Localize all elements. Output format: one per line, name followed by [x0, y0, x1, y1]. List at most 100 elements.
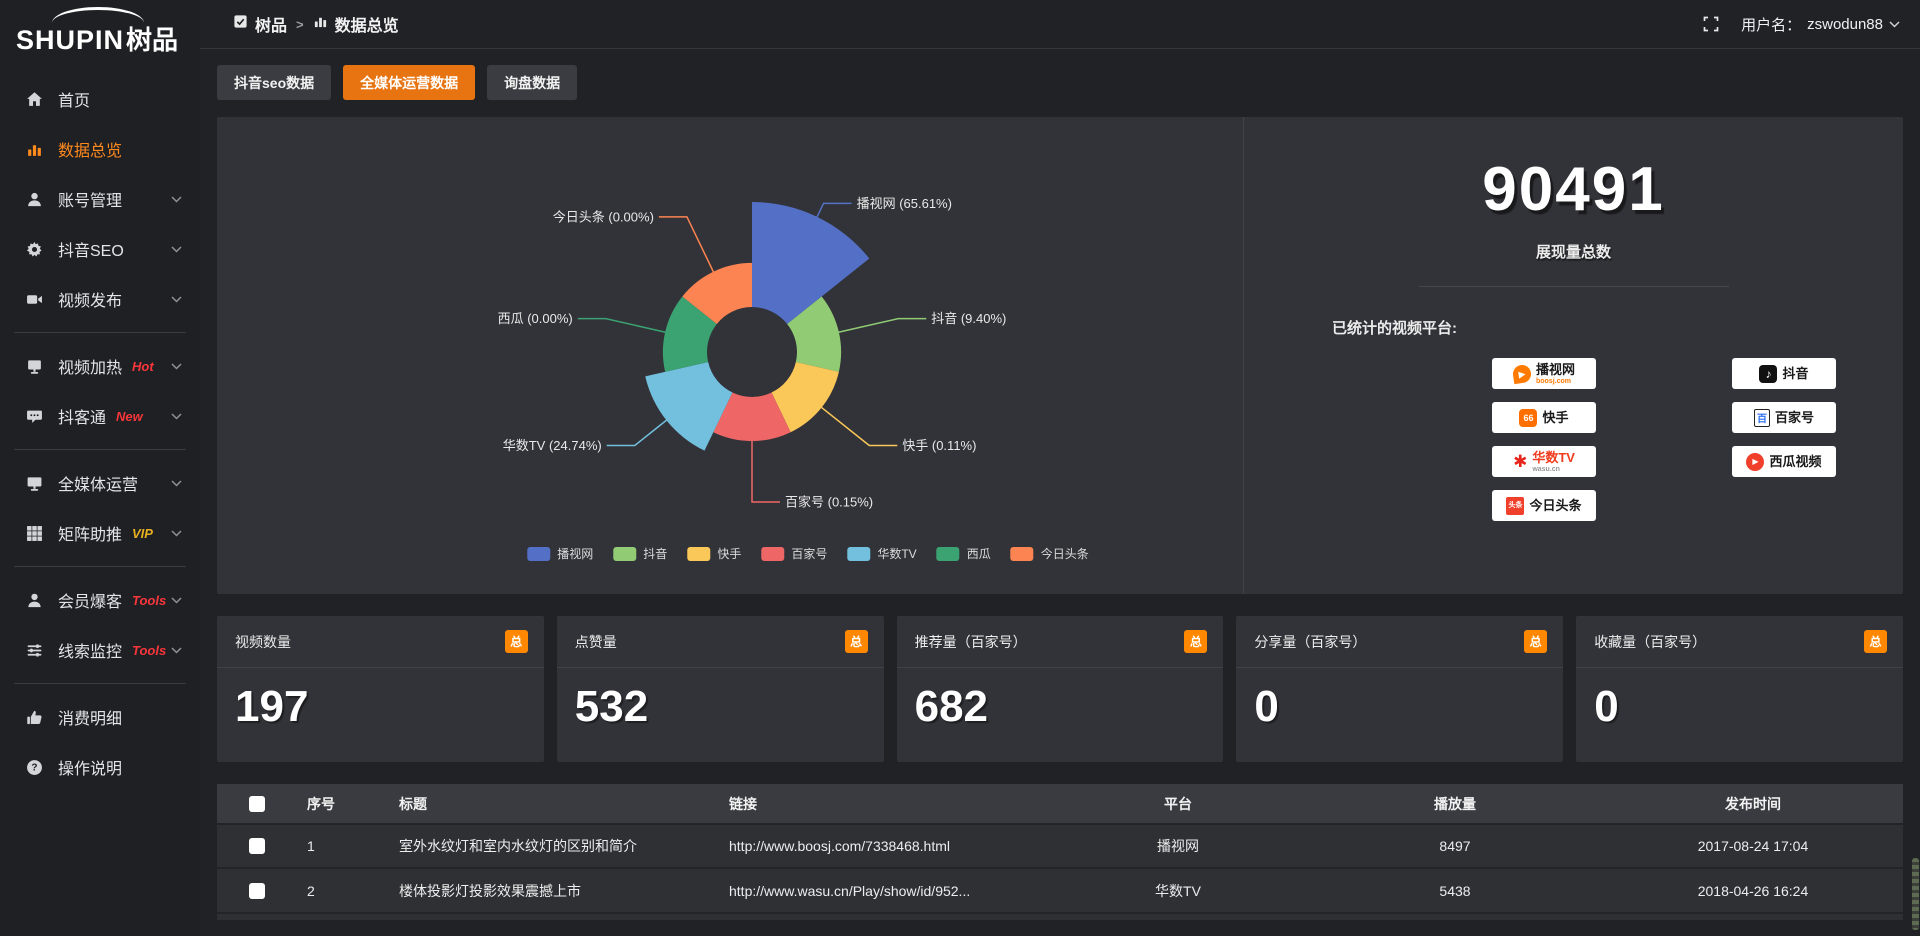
breadcrumb-item[interactable]: 数据总览 — [313, 12, 399, 36]
pie-label-百家号: 百家号 (0.15%) — [785, 495, 873, 510]
question-icon: ? — [26, 759, 43, 776]
member-icon — [26, 592, 43, 609]
scrollbar-thumb[interactable] — [1912, 858, 1919, 930]
menu-divider — [14, 449, 186, 450]
sidebar-item-badge: Hot — [132, 359, 154, 374]
pie-label-快手: 快手 (0.11%) — [902, 438, 976, 453]
row-checkbox[interactable] — [249, 883, 265, 899]
sidebar-item-线索监控[interactable]: 线索监控Tools — [0, 625, 200, 675]
row-title-link[interactable]: 室外水纹灯和室内水纹灯的区别和简介 — [389, 824, 719, 868]
tab-抖音seo数据[interactable]: 抖音seo数据 — [217, 65, 331, 100]
tab-全媒体运营数据[interactable]: 全媒体运营数据 — [343, 65, 475, 100]
platform-badge-name: 播视网 — [1536, 363, 1575, 376]
row-checkbox[interactable] — [249, 838, 265, 854]
sidebar-item-会员爆客[interactable]: 会员爆客Tools — [0, 575, 200, 625]
sidebar-item-账号管理[interactable]: 账号管理 — [0, 174, 200, 224]
sidebar-item-抖音SEO[interactable]: 抖音SEO — [0, 224, 200, 274]
legend-item-快手[interactable]: 快手 — [687, 545, 741, 562]
legend-item-西瓜[interactable]: 西瓜 — [937, 545, 991, 562]
col-header-播放量: 播放量 — [1307, 784, 1603, 824]
topbar: 树品>数据总览 用户名：zswodun88 — [200, 0, 1920, 48]
legend-swatch — [527, 547, 550, 561]
total-impressions-value: 90491 — [1244, 154, 1903, 225]
sidebar-item-操作说明[interactable]: ?操作说明 — [0, 742, 200, 792]
total-badge[interactable]: 总 — [505, 630, 528, 653]
select-all-checkbox[interactable] — [249, 796, 265, 812]
tab-bar: 抖音seo数据全媒体运营数据询盘数据 — [217, 65, 1903, 100]
legend-item-抖音[interactable]: 抖音 — [613, 545, 667, 562]
row-checkbox-cell — [217, 868, 297, 912]
sidebar-item-首页[interactable]: 首页 — [0, 74, 200, 124]
row-title-link[interactable]: 楼体投影灯投影效果震撼上市 — [389, 868, 719, 912]
sidebar-item-抖客通[interactable]: 抖客通New — [0, 391, 200, 441]
pie-label-line — [817, 203, 852, 217]
page-scrollbar[interactable] — [1911, 0, 1919, 936]
sidebar-item-视频加热[interactable]: 视频加热Hot — [0, 341, 200, 391]
total-badge[interactable]: 总 — [845, 630, 868, 653]
legend-label: 百家号 — [791, 545, 827, 562]
pie-slice-华数TV[interactable] — [645, 362, 732, 451]
platform-badge-华数TV: ✱华数TVwasu.cn — [1492, 446, 1596, 477]
row-time: 2018-04-26 16:24 — [1603, 868, 1903, 912]
sidebar-item-消费明细[interactable]: 消费明细 — [0, 692, 200, 742]
stat-card-value: 0 — [1236, 668, 1563, 732]
platform-badge-texts: 西瓜视频 — [1769, 455, 1821, 468]
platform-badges-right: ♪抖音百百家号▶西瓜视频 — [1732, 358, 1836, 521]
platform-badge-texts: 播视网boosj.com — [1536, 363, 1575, 385]
tab-询盘数据[interactable]: 询盘数据 — [487, 65, 577, 100]
sidebar-item-label: 数据总览 — [58, 137, 122, 161]
main-area: 树品>数据总览 用户名：zswodun88 抖音seo数据全媒体运营数据询盘数据… — [200, 0, 1920, 936]
sidebar-item-视频发布[interactable]: 视频发布 — [0, 274, 200, 324]
total-badge[interactable]: 总 — [1184, 630, 1207, 653]
sidebar-item-全媒体运营[interactable]: 全媒体运营 — [0, 458, 200, 508]
legend-swatch — [687, 547, 710, 561]
sidebar-item-label: 首页 — [58, 87, 90, 111]
grid-icon — [26, 525, 43, 542]
legend-item-百家号[interactable]: 百家号 — [761, 545, 827, 562]
pie-label-line — [752, 440, 780, 502]
sidebar-item-数据总览[interactable]: 数据总览 — [0, 124, 200, 174]
platforms-label: 已统计的视频平台: — [1332, 317, 1903, 338]
row-url-link[interactable]: http://www.boosj.com/7338468.html — [719, 824, 1049, 868]
platform-badge-sub: wasu.cn — [1532, 466, 1560, 473]
total-badge[interactable]: 总 — [1864, 630, 1887, 653]
row-plays: 8497 — [1307, 824, 1603, 868]
pie-label-line — [838, 319, 926, 333]
chevron-down-icon — [171, 196, 182, 203]
legend-label: 播视网 — [557, 545, 593, 562]
legend-swatch — [937, 547, 960, 561]
brand-logo[interactable]: SHUPIN树品 — [0, 0, 200, 62]
username-value: zswodun88 — [1807, 16, 1883, 33]
bar-chart-icon — [26, 141, 43, 158]
total-badge[interactable]: 总 — [1524, 630, 1547, 653]
stat-card-视频数量: 视频数量总197 — [217, 616, 544, 762]
chart-legend: 播视网 抖音 快手 百家号 华数TV 西瓜 今日头条 — [527, 545, 1088, 562]
legend-label: 快手 — [717, 545, 741, 562]
chevron-down-icon — [171, 530, 182, 537]
user-menu[interactable]: 用户名：zswodun88 — [1741, 14, 1900, 35]
legend-item-播视网[interactable]: 播视网 — [527, 545, 593, 562]
summary-divider — [1419, 286, 1729, 287]
row-platform: 华数TV — [1049, 868, 1307, 912]
row-index: 1 — [297, 824, 389, 868]
breadcrumb-item[interactable]: 树品 — [233, 12, 287, 36]
rose-pie-svg: 播视网 (65.61%)抖音 (9.40%)快手 (0.11%)百家号 (0.1… — [217, 117, 1243, 594]
stat-card-收藏量（百家号）: 收藏量（百家号）总0 — [1576, 616, 1903, 762]
legend-label: 抖音 — [643, 545, 667, 562]
sidebar-item-label: 会员爆客 — [58, 588, 122, 612]
chevron-down-icon — [171, 597, 182, 604]
home-icon — [26, 91, 43, 108]
platform-badge-name: 西瓜视频 — [1769, 455, 1821, 468]
partial-next-row — [217, 912, 1903, 920]
sidebar-item-矩阵助推[interactable]: 矩阵助推VIP — [0, 508, 200, 558]
sidebar-item-label: 视频发布 — [58, 287, 122, 311]
fullscreen-icon[interactable] — [1703, 16, 1719, 32]
legend-item-今日头条[interactable]: 今日头条 — [1011, 545, 1089, 562]
sidebar-item-label: 消费明细 — [58, 705, 122, 729]
svg-text:?: ? — [31, 762, 37, 773]
legend-swatch — [613, 547, 636, 561]
legend-item-华数TV[interactable]: 华数TV — [847, 545, 916, 562]
row-index: 2 — [297, 868, 389, 912]
kuaishou-icon: 66 — [1519, 409, 1537, 427]
row-url-link[interactable]: http://www.wasu.cn/Play/show/id/952... — [719, 868, 1049, 912]
